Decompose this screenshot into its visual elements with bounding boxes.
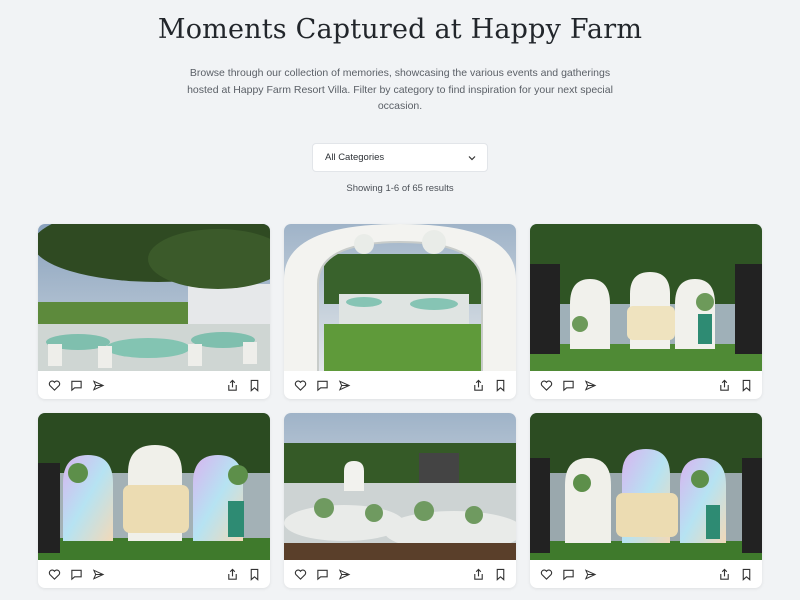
heart-icon[interactable]	[48, 379, 61, 392]
gallery-card[interactable]	[284, 413, 516, 588]
card-actions	[530, 560, 762, 588]
send-icon[interactable]	[92, 379, 105, 392]
heart-icon[interactable]	[540, 568, 553, 581]
bookmark-icon[interactable]	[494, 568, 507, 581]
result-count: Showing 1-6 of 65 results	[346, 183, 454, 194]
comment-icon[interactable]	[316, 568, 329, 581]
send-icon[interactable]	[92, 568, 105, 581]
category-filter-select[interactable]: All Categories	[312, 143, 488, 172]
heart-icon[interactable]	[540, 379, 553, 392]
gallery-grid	[38, 224, 762, 588]
heart-icon[interactable]	[48, 568, 61, 581]
send-icon[interactable]	[338, 379, 351, 392]
send-icon[interactable]	[338, 568, 351, 581]
bookmark-icon[interactable]	[494, 379, 507, 392]
gallery-card[interactable]	[38, 224, 270, 399]
card-actions	[284, 371, 516, 399]
chevron-down-icon	[467, 153, 477, 163]
gallery-card[interactable]	[530, 413, 762, 588]
heart-icon[interactable]	[294, 379, 307, 392]
page-title: Moments Captured at Happy Farm	[157, 14, 643, 45]
comment-icon[interactable]	[70, 379, 83, 392]
comment-icon[interactable]	[70, 568, 83, 581]
gallery-card[interactable]	[530, 224, 762, 399]
event-photo[interactable]	[284, 413, 516, 560]
bookmark-icon[interactable]	[248, 568, 261, 581]
card-actions	[38, 560, 270, 588]
share-icon[interactable]	[226, 379, 239, 392]
event-photo[interactable]	[38, 413, 270, 560]
share-icon[interactable]	[718, 379, 731, 392]
share-icon[interactable]	[718, 568, 731, 581]
event-photo[interactable]	[38, 224, 270, 371]
card-actions	[38, 371, 270, 399]
gallery-card[interactable]	[284, 224, 516, 399]
comment-icon[interactable]	[562, 379, 575, 392]
share-icon[interactable]	[226, 568, 239, 581]
gallery-card[interactable]	[38, 413, 270, 588]
event-photo[interactable]	[530, 413, 762, 560]
send-icon[interactable]	[584, 568, 597, 581]
bookmark-icon[interactable]	[248, 379, 261, 392]
card-actions	[530, 371, 762, 399]
send-icon[interactable]	[584, 379, 597, 392]
event-photo[interactable]	[284, 224, 516, 371]
category-filter-value: All Categories	[325, 152, 385, 163]
page-description: Browse through our collection of memorie…	[187, 67, 613, 112]
bookmark-icon[interactable]	[740, 568, 753, 581]
bookmark-icon[interactable]	[740, 379, 753, 392]
share-icon[interactable]	[472, 379, 485, 392]
event-photo[interactable]	[530, 224, 762, 371]
card-actions	[284, 560, 516, 588]
comment-icon[interactable]	[316, 379, 329, 392]
comment-icon[interactable]	[562, 568, 575, 581]
heart-icon[interactable]	[294, 568, 307, 581]
share-icon[interactable]	[472, 568, 485, 581]
